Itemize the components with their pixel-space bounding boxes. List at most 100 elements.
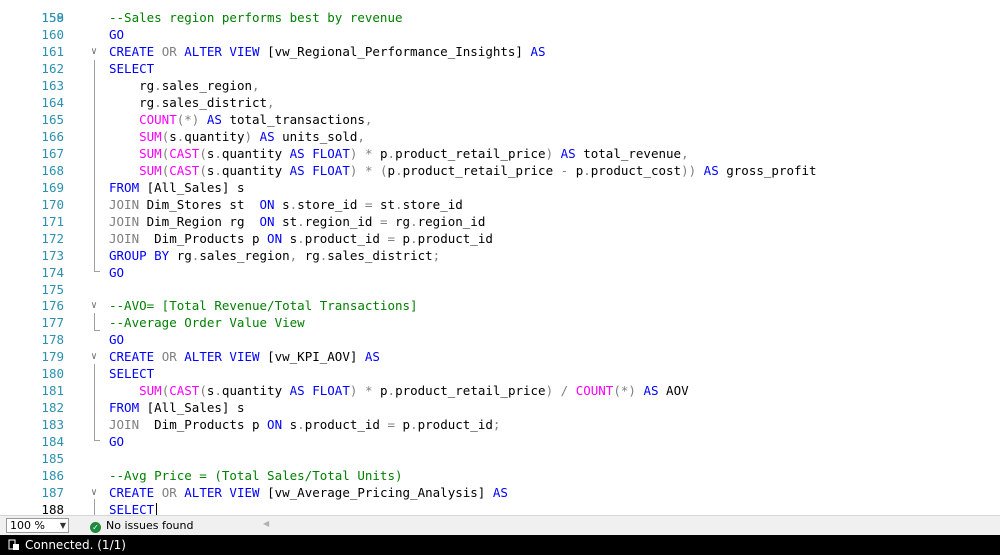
code-line[interactable]: 159 --Sales region performs best by reven… [0,9,1000,26]
code-token: rg [109,77,155,93]
code-token: product_cost [590,162,682,178]
code-line[interactable]: 158 [0,0,1000,25]
fold-guide-end [94,440,100,441]
code-token: . [297,230,305,246]
code-token: sales_region [199,247,290,263]
code-editor[interactable]: 158 159 --Sales region performs best by r… [0,0,1000,515]
code-token: s [282,417,298,433]
code-line[interactable]: 184 GO [0,433,1000,450]
code-text: rg.sales_district, [109,94,274,111]
code-token: AS FLOAT [289,162,350,178]
code-token: --Sales region performs best by revenue [109,10,403,25]
code-line[interactable]: 186 --Avg Price = (Total Sales/Total Unit… [0,467,1000,484]
code-line[interactable]: 185 [0,450,1000,467]
code-token: p [387,162,396,178]
code-token: COUNT [575,383,614,399]
code-line[interactable]: 171 JOIN Dim_Region rg ON st.region_id = … [0,213,1000,230]
code-line[interactable]: 188 SELECT [0,501,1000,515]
code-line[interactable]: 172 JOIN Dim_Products p ON s.product_id =… [0,230,1000,247]
code-token: , [357,128,365,144]
code-token: SUM [139,128,162,144]
code-text: FROM [All_Sales] s [109,179,244,196]
line-number: 163 [41,77,64,93]
code-line[interactable]: 167 SUM(CAST(s.quantity AS FLOAT) * p.pr… [0,145,1000,162]
code-token: SELECT [109,502,155,515]
line-number: 171 [41,213,64,229]
collapse-chevron-icon[interactable]: ∨ [88,43,100,60]
zoom-dropdown[interactable]: 100 % ▼ [6,518,69,533]
code-token: ALTER VIEW [184,485,260,501]
code-line[interactable]: 187 ∨ CREATE OR ALTER VIEW [vw_Average_Pri… [0,484,1000,501]
code-token: AS [206,111,222,127]
code-token: FROM [109,179,140,195]
code-line[interactable]: 166 SUM(s.quantity) AS units_sold, [0,128,1000,145]
code-line[interactable]: 168 SUM(CAST(s.quantity AS FLOAT) * (p.p… [0,162,1000,179]
code-token: = [379,213,388,229]
code-line[interactable]: 161 ∨ CREATE OR ALTER VIEW [vw_Regional_Pe… [0,43,1000,60]
issues-indicator[interactable]: ✓ No issues found [90,518,193,533]
code-line[interactable]: 175 [0,281,1000,298]
code-line[interactable]: 177 --Average Order Value View [0,314,1000,331]
code-line[interactable]: 160 GO [0,26,1000,43]
code-line[interactable]: 165 COUNT(*) AS total_transactions, [0,111,1000,128]
fold-guide [94,499,95,515]
code-token: ( [380,162,388,178]
code-token: gross_profit [718,162,817,178]
fold-guide [94,364,95,440]
code-token: product_id [417,417,493,433]
code-line[interactable]: 183 JOIN Dim_Products p ON s.product_id =… [0,416,1000,433]
code-line[interactable]: 162 SELECT [0,60,1000,77]
code-token: GO [109,264,125,280]
line-number: 187 [41,485,64,501]
code-line[interactable]: 182 FROM [All_Sales] s [0,399,1000,416]
code-token: ALTER VIEW [184,349,260,365]
code-line[interactable]: 173 GROUP BY rg.sales_region, rg.sales_di… [0,247,1000,264]
code-line[interactable]: 164 rg.sales_district, [0,94,1000,111]
line-number: 178 [41,332,64,348]
code-line[interactable]: 169 FROM [All_Sales] s [0,179,1000,196]
code-token: GO [109,26,125,42]
code-token: = [387,417,396,433]
line-number: 173 [41,247,64,263]
code-line[interactable]: 176 ∨ --AVO= [Total Revenue/Total Transact… [0,297,1000,314]
code-line[interactable]: 170 JOIN Dim_Stores st ON s.store_id = st… [0,196,1000,213]
line-number: 170 [41,196,64,212]
line-number: 184 [41,434,64,450]
code-text: SUM(CAST(s.quantity AS FLOAT) * (p.produ… [109,162,817,179]
line-number: 164 [41,94,64,110]
chevron-down-icon: ▼ [59,521,66,530]
code-token: p [395,417,411,433]
editor-status-strip: 100 % ▼ ✓ No issues found ◀ [0,515,1000,535]
code-line[interactable]: 181 SUM(CAST(s.quantity AS FLOAT) * p.pr… [0,382,1000,399]
code-token: SELECT [109,60,155,76]
code-text: JOIN Dim_Products p ON s.product_id = p.… [109,416,500,433]
code-token: . [297,213,305,229]
line-number: 159 [41,10,64,25]
code-line[interactable]: 179 ∨ CREATE OR ALTER VIEW [vw_KPI_AOV] AS [0,348,1000,365]
line-number: 186 [41,468,64,484]
code-token: st [274,213,298,229]
code-text: JOIN Dim_Stores st ON s.store_id = st.st… [109,196,463,213]
code-token: [All_Sales] s [139,179,245,195]
scroll-left-arrow-icon[interactable]: ◀ [263,519,269,528]
code-text: FROM [All_Sales] s [109,399,244,416]
code-token: --Avg Price = (Total Sales/Total Units) [109,468,403,484]
code-line[interactable]: 178 GO [0,331,1000,348]
code-text: COUNT(*) AS total_transactions, [109,111,372,128]
code-line[interactable]: 174 GO [0,264,1000,281]
code-line[interactable]: 180 SELECT [0,365,1000,382]
code-token: Dim_Products p [139,417,268,433]
code-token: . [395,162,403,178]
code-text: CREATE OR ALTER VIEW [vw_Average_Pricing… [109,484,508,501]
collapse-chevron-icon[interactable]: ∨ [88,297,100,314]
code-text: JOIN Dim_Products p ON s.product_id = p.… [109,230,493,247]
code-token: . [583,162,591,178]
code-token: s [274,196,290,212]
collapse-chevron-icon[interactable]: ∨ [88,348,100,365]
code-token: rg [169,247,192,263]
code-line[interactable]: 163 rg.sales_region, [0,77,1000,94]
code-token: AS [492,485,508,501]
